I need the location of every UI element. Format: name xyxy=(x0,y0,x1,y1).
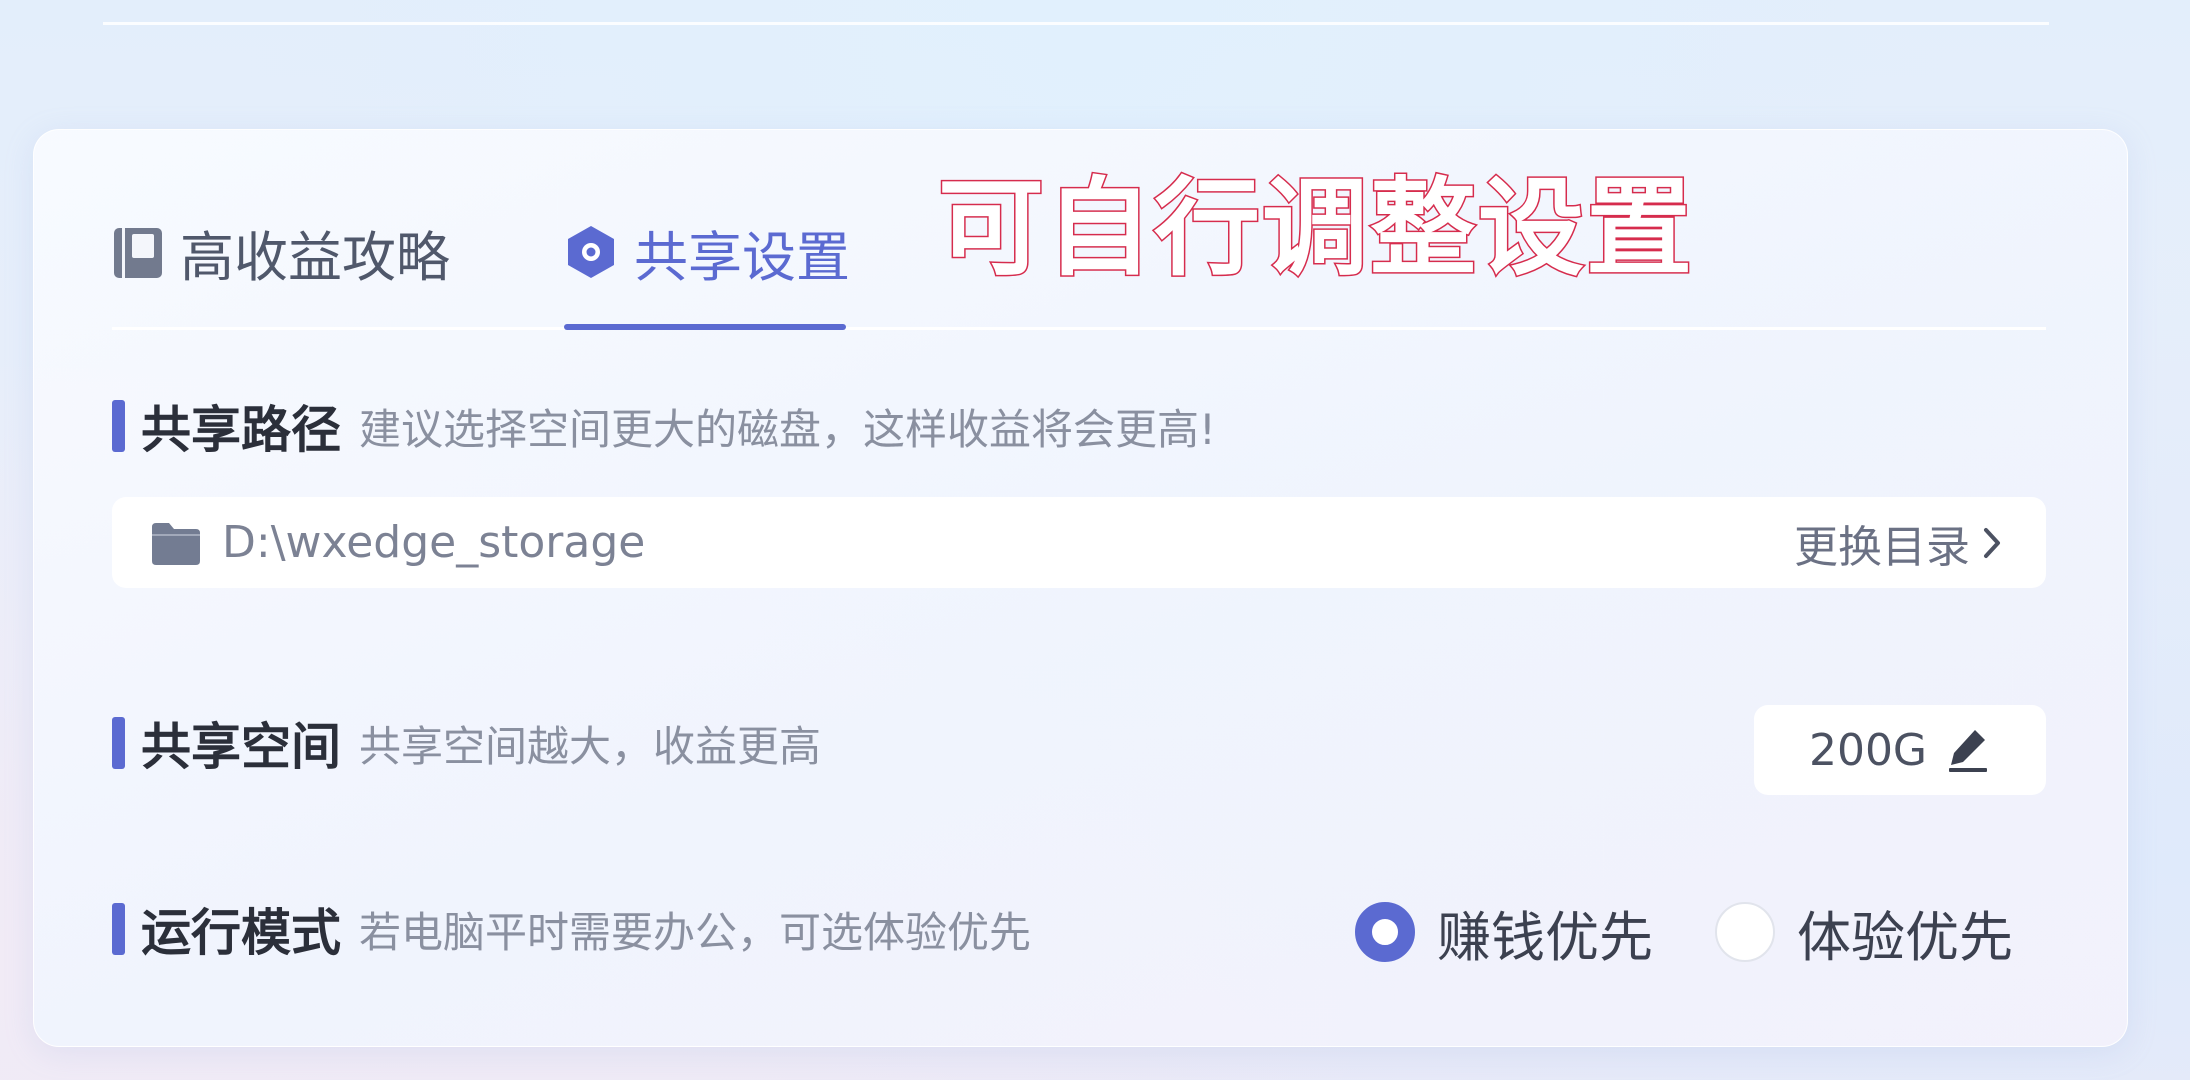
run-mode-header: 运行模式 若电脑平时需要办公，可选体验优先 xyxy=(112,899,1032,962)
section-marker xyxy=(112,903,125,955)
radio-unselected-icon xyxy=(1715,902,1775,962)
section-title: 共享空间 xyxy=(141,718,341,776)
tab-high-yield-strategy[interactable]: 高收益攻略 xyxy=(112,195,450,327)
hexagon-settings-icon xyxy=(564,224,618,280)
share-path-header: 共享路径 建议选择空间更大的磁盘，这样收益将会更高! xyxy=(112,396,1216,459)
tab-bar: 高收益攻略 共享设置 xyxy=(112,195,2046,330)
chevron-right-icon xyxy=(1982,526,2002,560)
share-space-edit-button[interactable]: 200G xyxy=(1754,705,2046,795)
section-title: 共享路径 xyxy=(141,401,341,459)
section-hint: 共享空间越大，收益更高 xyxy=(359,721,822,771)
tab-label: 共享设置 xyxy=(634,225,850,289)
change-directory-label: 更换目录 xyxy=(1794,521,1970,573)
active-tab-indicator xyxy=(564,324,846,330)
radio-experience-first[interactable]: 体验优先 xyxy=(1715,893,2013,972)
section-hint: 若电脑平时需要办公，可选体验优先 xyxy=(359,907,1032,957)
radio-selected-icon xyxy=(1355,902,1415,962)
tab-label: 高收益攻略 xyxy=(180,225,450,289)
share-space-header: 共享空间 共享空间越大，收益更高 xyxy=(112,713,822,776)
top-divider xyxy=(103,22,2049,25)
radio-money-first[interactable]: 赚钱优先 xyxy=(1355,893,1653,972)
tab-share-settings[interactable]: 共享设置 xyxy=(564,195,850,327)
section-title: 运行模式 xyxy=(141,904,341,962)
pencil-icon xyxy=(1947,727,1991,773)
section-marker xyxy=(112,717,125,769)
radio-label: 体验优先 xyxy=(1797,905,2013,969)
section-marker xyxy=(112,400,125,452)
book-icon xyxy=(112,224,164,280)
folder-icon xyxy=(150,521,202,565)
run-mode-radio-group: 赚钱优先 体验优先 xyxy=(1355,897,2013,969)
change-directory-button[interactable]: 更换目录 xyxy=(1794,511,2002,575)
radio-label: 赚钱优先 xyxy=(1437,905,1653,969)
section-hint: 建议选择空间更大的磁盘，这样收益将会更高! xyxy=(359,404,1216,454)
share-path-field: D:\wxedge_storage 更换目录 xyxy=(112,497,2046,588)
path-value: D:\wxedge_storage xyxy=(222,517,646,568)
share-space-value: 200G xyxy=(1808,724,1928,776)
